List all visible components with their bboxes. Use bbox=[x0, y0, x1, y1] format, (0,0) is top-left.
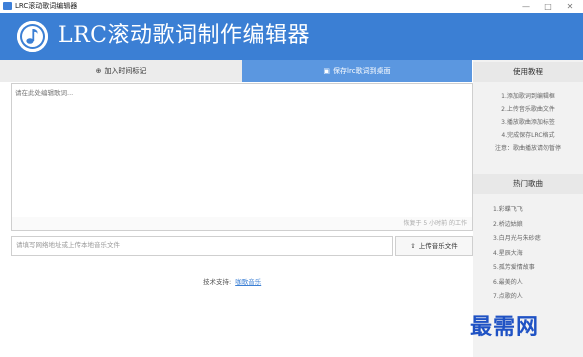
hot-song-item[interactable]: 5.孤芳爱情故事 bbox=[493, 261, 583, 276]
minimize-button[interactable]: — bbox=[516, 0, 536, 13]
tutorial-step: 4.完成保存LRC格式 bbox=[501, 132, 555, 139]
tutorial-steps: 1.添加歌词到编辑框 2.上传音乐歌曲文件 3.播放歌曲添加标签 4.完成保存L… bbox=[473, 90, 583, 155]
tech-support-label: 技术支持: bbox=[203, 278, 232, 286]
upload-music-label: 上传音乐文件 bbox=[418, 242, 458, 250]
add-time-tag-button[interactable]: ⊕ 加入时间标记 bbox=[0, 60, 242, 82]
lyrics-textarea[interactable] bbox=[12, 84, 472, 217]
hot-song-item[interactable]: 7.点歌的人 bbox=[493, 290, 583, 305]
maximize-button[interactable]: □ bbox=[538, 0, 558, 13]
tutorial-step: 1.添加歌词到编辑框 bbox=[501, 93, 555, 100]
hot-song-item[interactable]: 3.白月光与朱砂痣 bbox=[493, 232, 583, 247]
tutorial-step: 3.播放歌曲添加标签 bbox=[501, 119, 555, 126]
tutorial-note: 注意：歌曲播放请勿暂停 bbox=[494, 145, 561, 152]
save-lrc-label: 保存lrc歌词到桌面 bbox=[333, 67, 391, 75]
lyrics-editor bbox=[11, 83, 473, 218]
window-title: LRC滚动歌词编辑器 bbox=[15, 2, 78, 10]
tutorial-step: 2.上传音乐歌曲文件 bbox=[501, 106, 555, 113]
music-url-field-wrapper bbox=[11, 236, 393, 256]
plus-circle-icon: ⊕ bbox=[95, 67, 102, 75]
app-icon bbox=[3, 2, 12, 10]
action-tabs: ⊕ 加入时间标记 ▣ 保存lrc歌词到桌面 bbox=[0, 60, 472, 82]
music-note-logo-icon bbox=[17, 21, 48, 52]
hot-songs-list: 1.彩蝶飞飞 2.桥边姑娘 3.白月光与朱砂痣 4.星辰大海 5.孤芳爱情故事 … bbox=[493, 203, 583, 305]
hot-song-item[interactable]: 6.最美的人 bbox=[493, 276, 583, 291]
upload-music-button[interactable]: ⇪ 上传音乐文件 bbox=[395, 236, 473, 256]
app-title: LRC滚动歌词制作编辑器 bbox=[58, 23, 311, 48]
autosave-status: 恢复于 5 小时前 的工作 bbox=[403, 220, 467, 227]
floppy-disk-icon: ▣ bbox=[323, 67, 331, 75]
app-header: LRC滚动歌词制作编辑器 bbox=[0, 13, 583, 60]
music-source-row: ⇪上传音乐文件 bbox=[11, 236, 473, 256]
add-time-tag-label: 加入时间标记 bbox=[104, 67, 147, 75]
hot-song-item[interactable]: 4.星辰大海 bbox=[493, 247, 583, 262]
music-url-input[interactable] bbox=[12, 237, 392, 253]
watermark: 最需网 bbox=[470, 314, 540, 340]
upload-icon: ⇪ bbox=[410, 242, 416, 250]
tech-support-link[interactable]: 咖歌音乐 bbox=[235, 278, 261, 286]
hot-song-item[interactable]: 2.桥边姑娘 bbox=[493, 218, 583, 233]
window-titlebar: LRC滚动歌词编辑器 — □ ✕ bbox=[0, 0, 583, 14]
save-lrc-button[interactable]: ▣ 保存lrc歌词到桌面 bbox=[242, 60, 472, 82]
hot-songs-heading: 热门歌曲 bbox=[473, 174, 583, 194]
hot-song-item[interactable]: 1.彩蝶飞飞 bbox=[493, 203, 583, 218]
tutorial-heading: 使用教程 bbox=[473, 62, 583, 82]
editor-status-bar: 恢复于 5 小时前 的工作 bbox=[11, 217, 473, 231]
close-button[interactable]: ✕ bbox=[560, 0, 580, 13]
tech-support: 技术支持: 咖歌音乐 bbox=[203, 276, 261, 286]
